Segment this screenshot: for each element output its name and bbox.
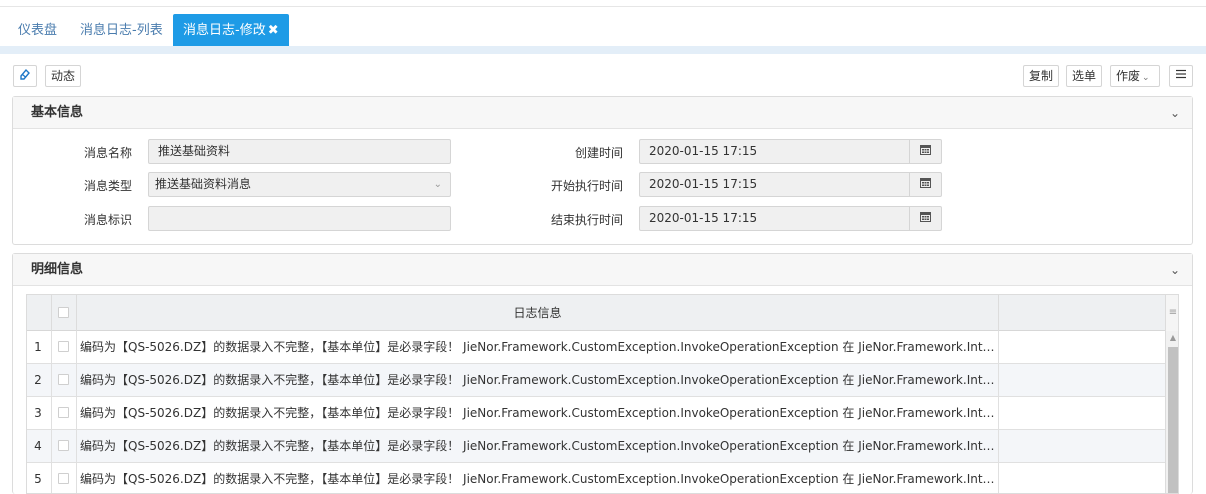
start-time-field[interactable]: 2020-01-15 17:15 bbox=[639, 172, 942, 197]
toolbar: 动态 复制 选单 作废 ⌄ bbox=[0, 60, 1206, 90]
column-divider bbox=[76, 463, 77, 493]
row-message: 编码为【QS-5026.DZ】的数据录入不完整，【基本单位】是必录字段！ Jie… bbox=[80, 340, 998, 354]
panel-title: 基本信息 bbox=[31, 105, 84, 120]
table-row[interactable]: 5 编码为【QS-5026.DZ】的数据录入不完整，【基本单位】是必录字段！ J… bbox=[27, 463, 1165, 493]
message-name-field[interactable]: 推送基础资料 bbox=[148, 139, 451, 164]
tab-message-log-edit[interactable]: 消息日志-修改 ✖ bbox=[173, 14, 289, 47]
top-strip bbox=[0, 0, 1206, 7]
chevron-down-icon[interactable]: ⌄ bbox=[1170, 254, 1180, 286]
row-number: 2 bbox=[34, 373, 42, 387]
message-name-label: 消息名称 bbox=[83, 146, 132, 160]
tab-label: 消息日志-修改 bbox=[183, 23, 266, 38]
column-divider bbox=[51, 364, 52, 397]
row-message: 编码为【QS-5026.DZ】的数据录入不完整，【基本单位】是必录字段！ Jie… bbox=[80, 439, 998, 453]
row-number: 5 bbox=[34, 472, 42, 486]
end-time-field[interactable]: 2020-01-15 17:15 bbox=[639, 206, 942, 231]
row-checkbox[interactable] bbox=[58, 440, 69, 451]
column-divider bbox=[998, 430, 999, 463]
message-type-select[interactable]: 推送基础资料消息 ⌄ bbox=[148, 172, 451, 197]
scroll-thumb[interactable] bbox=[1168, 347, 1178, 493]
eraser-button[interactable] bbox=[13, 65, 37, 87]
eraser-icon bbox=[19, 68, 31, 83]
table-row[interactable]: 2 编码为【QS-5026.DZ】的数据录入不完整，【基本单位】是必录字段！ J… bbox=[27, 364, 1165, 397]
select-all-checkbox[interactable] bbox=[58, 307, 69, 318]
tab-bar: 仪表盘 消息日志-列表 消息日志-修改 ✖ bbox=[0, 12, 1206, 48]
column-divider bbox=[998, 331, 999, 364]
column-divider bbox=[51, 331, 52, 364]
calendar-icon[interactable] bbox=[909, 173, 941, 196]
chevron-down-icon: ⌄ bbox=[1142, 73, 1150, 83]
row-number: 1 bbox=[34, 340, 42, 354]
table-row[interactable]: 1 编码为【QS-5026.DZ】的数据录入不完整，【基本单位】是必录字段！ J… bbox=[27, 331, 1165, 364]
panel-title: 明细信息 bbox=[31, 262, 84, 277]
chevron-down-icon[interactable]: ⌄ bbox=[1170, 97, 1180, 129]
created-time-value: 2020-01-15 17:15 bbox=[649, 144, 758, 158]
basic-info-header[interactable]: 基本信息 ⌄ bbox=[13, 97, 1192, 129]
calendar-icon[interactable] bbox=[909, 140, 941, 163]
void-dropdown-button[interactable]: 作废 ⌄ bbox=[1110, 65, 1160, 87]
message-type-value: 推送基础资料消息 bbox=[155, 177, 252, 191]
row-checkbox[interactable] bbox=[58, 341, 69, 352]
column-menu-icon[interactable]: ≡ bbox=[1165, 295, 1178, 331]
column-divider bbox=[76, 397, 77, 430]
column-divider bbox=[76, 364, 77, 397]
close-icon[interactable]: ✖ bbox=[268, 14, 279, 47]
column-divider bbox=[51, 463, 52, 493]
column-divider bbox=[51, 397, 52, 430]
menu-button[interactable] bbox=[1169, 65, 1193, 87]
tab-message-log-list[interactable]: 消息日志-列表 bbox=[74, 14, 169, 47]
row-number: 3 bbox=[34, 406, 42, 420]
dynamic-button[interactable]: 动态 bbox=[45, 65, 82, 87]
column-divider bbox=[51, 295, 52, 331]
column-divider bbox=[998, 364, 999, 397]
grid-header: 日志信息 bbox=[27, 295, 1178, 331]
scroll-up-icon[interactable]: ▲ bbox=[1166, 331, 1178, 345]
column-divider bbox=[51, 430, 52, 463]
column-divider bbox=[76, 430, 77, 463]
select-button[interactable]: 选单 bbox=[1066, 65, 1103, 87]
row-checkbox[interactable] bbox=[58, 407, 69, 418]
tab-underline bbox=[0, 46, 1206, 54]
row-message: 编码为【QS-5026.DZ】的数据录入不完整，【基本单位】是必录字段！ Jie… bbox=[80, 373, 998, 387]
vertical-scrollbar[interactable]: ▲ bbox=[1165, 331, 1178, 493]
row-checkbox[interactable] bbox=[58, 374, 69, 385]
end-time-label: 结束执行时间 bbox=[550, 213, 623, 227]
chevron-down-icon: ⌄ bbox=[433, 179, 442, 190]
message-tag-label: 消息标识 bbox=[83, 213, 132, 227]
table-row[interactable]: 4 编码为【QS-5026.DZ】的数据录入不完整，【基本单位】是必录字段！ J… bbox=[27, 430, 1165, 463]
row-number: 4 bbox=[34, 439, 42, 453]
menu-icon bbox=[1175, 69, 1187, 83]
column-header-log-info[interactable]: 日志信息 bbox=[77, 295, 998, 331]
tab-dashboard[interactable]: 仪表盘 bbox=[12, 14, 63, 47]
start-time-label: 开始执行时间 bbox=[550, 179, 623, 193]
table-row[interactable]: 3 编码为【QS-5026.DZ】的数据录入不完整，【基本单位】是必录字段！ J… bbox=[27, 397, 1165, 430]
created-time-label: 创建时间 bbox=[574, 146, 623, 160]
column-divider bbox=[998, 397, 999, 430]
column-divider bbox=[998, 463, 999, 493]
message-type-label: 消息类型 bbox=[83, 179, 132, 193]
copy-button[interactable]: 复制 bbox=[1023, 65, 1060, 87]
void-label: 作废 bbox=[1116, 69, 1141, 83]
tab-label: 仪表盘 bbox=[18, 23, 58, 38]
row-checkbox[interactable] bbox=[58, 473, 69, 484]
tab-label: 消息日志-列表 bbox=[80, 23, 163, 38]
message-tag-field[interactable] bbox=[148, 206, 451, 231]
start-time-value: 2020-01-15 17:15 bbox=[649, 177, 758, 191]
calendar-icon[interactable] bbox=[909, 207, 941, 230]
row-message: 编码为【QS-5026.DZ】的数据录入不完整，【基本单位】是必录字段！ Jie… bbox=[80, 406, 998, 420]
column-divider bbox=[76, 331, 77, 364]
end-time-value: 2020-01-15 17:15 bbox=[649, 211, 758, 225]
row-message: 编码为【QS-5026.DZ】的数据录入不完整，【基本单位】是必录字段！ Jie… bbox=[80, 472, 998, 486]
detail-info-header[interactable]: 明细信息 ⌄ bbox=[13, 254, 1192, 286]
log-grid: 日志信息 ≡ 1 编码为【QS-5026.DZ】的数据录入不完整，【基本单位】是… bbox=[26, 294, 1179, 494]
column-divider bbox=[998, 295, 999, 331]
created-time-field[interactable]: 2020-01-15 17:15 bbox=[639, 139, 942, 164]
